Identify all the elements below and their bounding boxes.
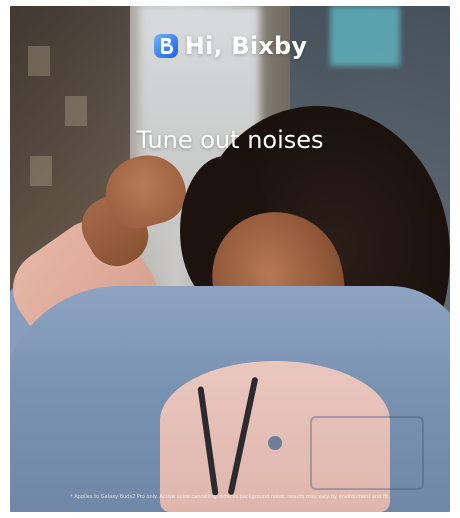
jacket-button: [268, 436, 282, 450]
background-window: [65, 96, 87, 126]
bixby-b-icon: [153, 34, 178, 58]
brand-lockup: Hi, Bixby: [10, 32, 450, 60]
ad-banner: Hi, Bixby Tune out noises * Applies to G…: [10, 6, 450, 512]
jacket-pocket: [310, 416, 424, 490]
disclaimer: * Applies to Galaxy Buds2 Pro only. Acti…: [70, 494, 390, 500]
headline: Tune out noises: [136, 126, 324, 154]
background-window: [30, 156, 52, 186]
brand-text: Hi, Bixby: [184, 32, 308, 60]
